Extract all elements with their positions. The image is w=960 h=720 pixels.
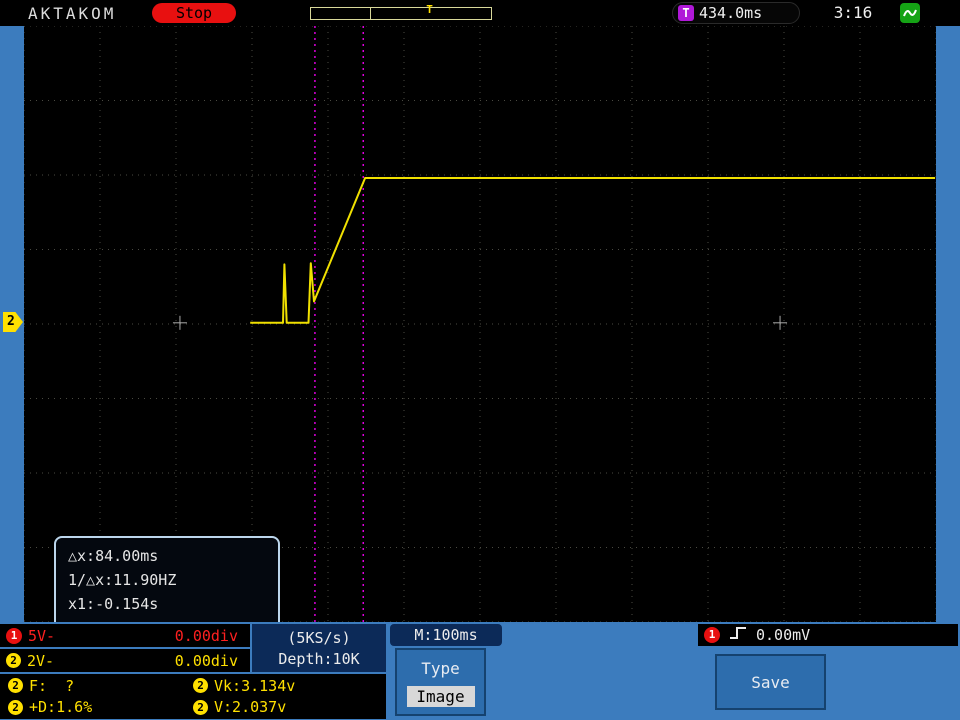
oscilloscope-ui: AKTAKOM Stop T T 434.0ms 3:16 △x:84.00ms…	[0, 0, 960, 720]
brand-label: AKTAKOM	[28, 4, 117, 23]
memory-window-tick	[370, 8, 372, 19]
waveform-plot	[24, 26, 936, 622]
type-button-label: Type	[421, 659, 460, 678]
save-button[interactable]: Save	[715, 654, 826, 710]
measurement-item: 2 F: ?	[0, 675, 185, 697]
meas-ch-badge: 2	[193, 678, 208, 694]
waveform-display: △x:84.00ms 1/△x:11.90HZ x1:-0.154s x2:-0…	[24, 26, 936, 642]
type-button-value[interactable]: Image	[406, 686, 475, 707]
timebase-value: M:100ms	[414, 626, 478, 644]
meas-voltage: V:2.037v	[214, 698, 287, 717]
timebase-readout: M:100ms	[390, 624, 502, 646]
meas-frequency: F: ?	[29, 676, 75, 695]
meas-ch-badge: 2	[8, 699, 23, 715]
trigger-time-readout: T 434.0ms	[672, 2, 800, 24]
memory-position-bar[interactable]: T	[310, 3, 492, 20]
sample-rate: (5KS/s)	[287, 628, 351, 647]
ch2-badge: 2	[6, 653, 21, 668]
measurement-item: 2 +D:1.6%	[0, 697, 185, 719]
ch1-position: 0.00div	[174, 626, 238, 645]
ch2-readout: 2 2V- 0.00div	[0, 649, 250, 672]
trigger-position-marker: T	[426, 3, 433, 16]
trigger-time-value: 434.0ms	[699, 4, 763, 22]
ch2-position: 0.00div	[174, 651, 238, 670]
top-status-bar: AKTAKOM Stop T T 434.0ms 3:16	[0, 0, 960, 26]
trigger-readout: 1 0.00mV	[698, 624, 958, 646]
memory-depth: Depth:10K	[278, 649, 360, 668]
ch1-scale: 5V-	[28, 626, 56, 645]
ch1-badge: 1	[6, 627, 22, 644]
acquisition-readout: (5KS/s) Depth:10K	[252, 624, 386, 672]
type-button[interactable]: Type Image	[395, 648, 486, 716]
meas-vk: Vk:3.134v	[214, 676, 296, 695]
trigger-t-icon: T	[678, 5, 694, 21]
cursor-frequency: 1/△x:11.90HZ	[68, 571, 177, 589]
measurement-item: 2 Vk:3.134v	[185, 675, 386, 697]
save-button-label: Save	[751, 672, 790, 692]
ch2-scale: 2V-	[27, 651, 55, 670]
meas-duty: +D:1.6%	[29, 698, 93, 717]
cursor-delta-x: △x:84.00ms	[68, 547, 159, 565]
measurement-item: 2 V:2.037v	[185, 697, 386, 719]
cursor-x1: x1:-0.154s	[68, 595, 159, 613]
trigger-level: 0.00mV	[756, 626, 811, 644]
meas-ch-badge: 2	[193, 699, 208, 715]
run-stop-button[interactable]: Stop	[152, 3, 236, 23]
ch1-readout: 1 5V- 0.00div	[0, 624, 250, 647]
rising-edge-icon	[728, 625, 748, 645]
usb-icon	[900, 3, 920, 23]
clock: 3:16	[833, 3, 873, 22]
trigger-source-badge: 1	[704, 627, 720, 643]
ch2-position-marker[interactable]: 2	[3, 312, 23, 332]
meas-ch-badge: 2	[8, 678, 23, 694]
bottom-status-bar: 1 5V- 0.00div 2 2V- 0.00div (5KS/s) Dept…	[0, 622, 960, 720]
measurement-panel: 2 F: ? 2 Vk:3.134v 2 +D:1.6% 2 V:2.037v	[0, 674, 386, 719]
